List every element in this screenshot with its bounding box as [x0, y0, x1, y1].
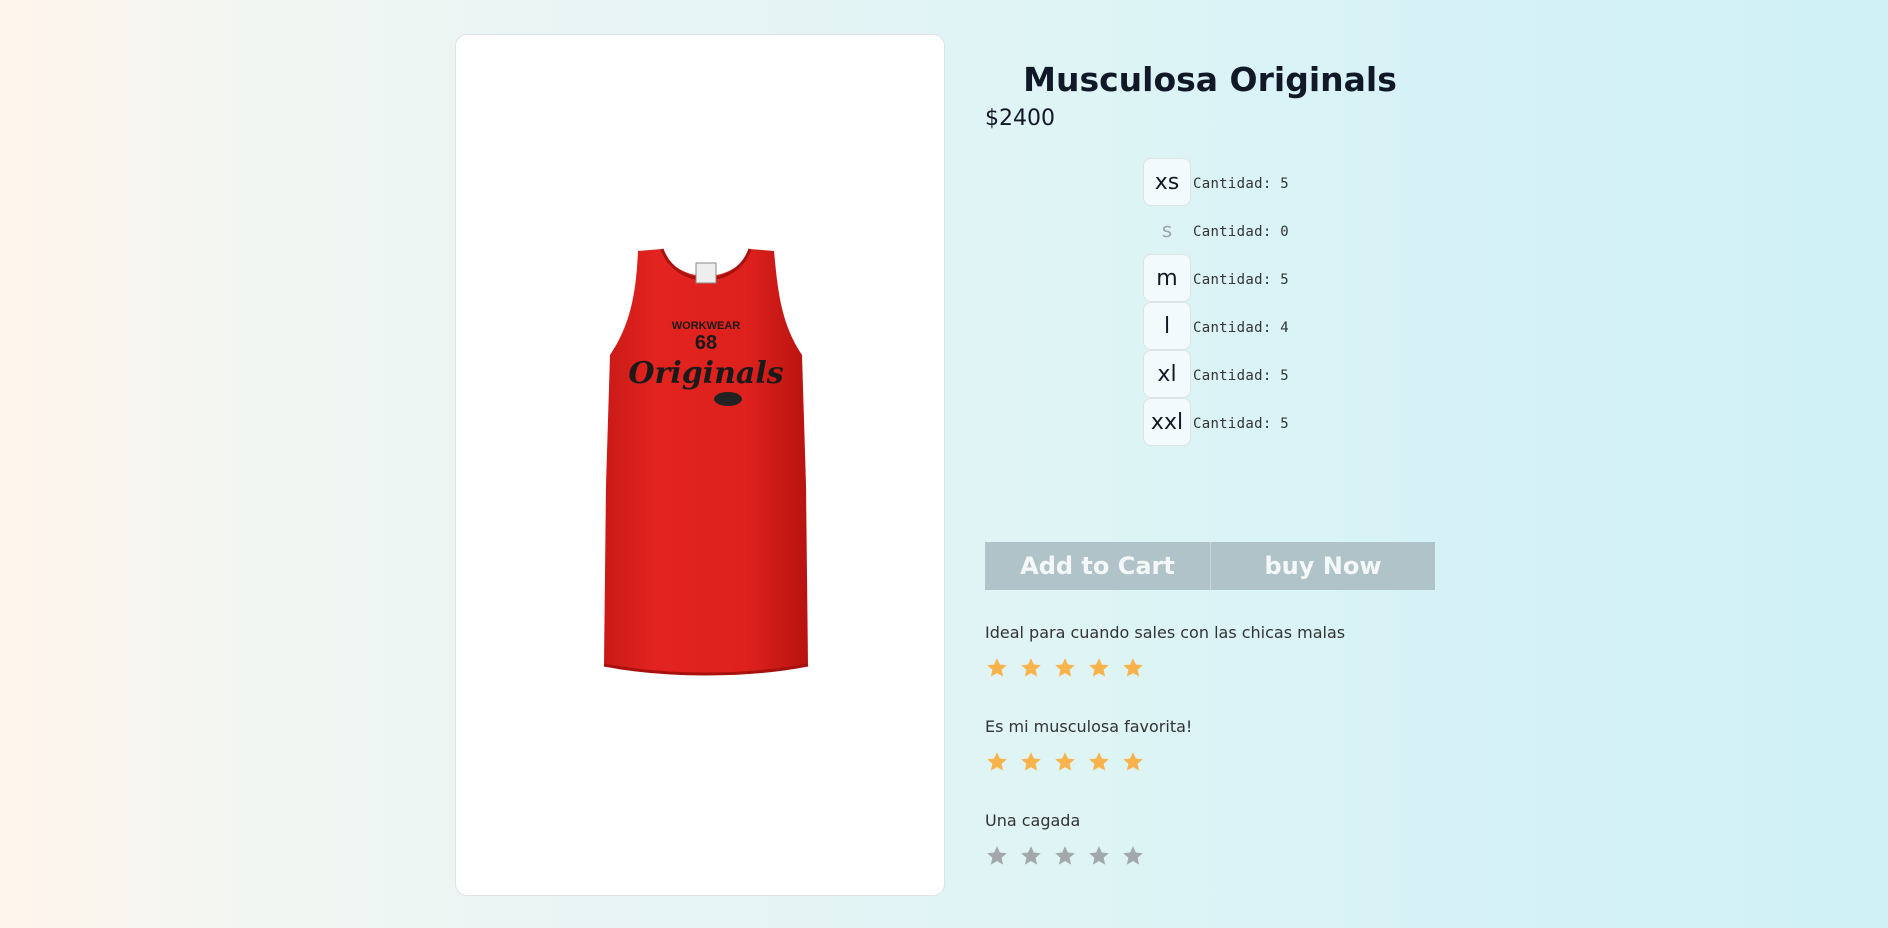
size-button-xl[interactable]: xl — [1143, 350, 1191, 398]
size-button-l[interactable]: l — [1143, 302, 1191, 350]
print-line3: Originals — [628, 356, 783, 391]
star-icon — [1055, 752, 1075, 771]
size-stock: Cantidad: 5 — [1193, 272, 1290, 288]
review-text: Una cagada — [985, 811, 1081, 830]
star-icon — [1089, 846, 1109, 865]
size-button-s: s — [1143, 206, 1191, 254]
star-icon — [1055, 658, 1075, 677]
size-option: m Cantidad: 5 — [1143, 254, 1289, 302]
size-stock: Cantidad: 5 — [1193, 176, 1290, 192]
star-icon — [1123, 846, 1143, 865]
size-option: xxl Cantidad: 5 — [1143, 398, 1289, 446]
star-icon — [1089, 658, 1109, 677]
size-option: xs Cantidad: 5 — [1143, 158, 1289, 206]
star-icon — [1021, 658, 1041, 677]
star-icon — [1123, 752, 1143, 771]
add-to-cart-button[interactable]: Add to Cart — [985, 542, 1210, 590]
print-line1: WORKWEAR — [672, 320, 740, 332]
star-icon — [987, 752, 1007, 771]
size-option: l Cantidad: 4 — [1143, 302, 1289, 350]
reviews-list: Ideal para cuando sales con las chicas m… — [985, 622, 1435, 904]
product-title: Musculosa Originals — [1023, 60, 1397, 99]
product-details: Musculosa Originals $2400 xs Cantidad: 5… — [985, 56, 1435, 865]
review-text: Es mi musculosa favorita! — [985, 717, 1193, 736]
review-rating — [985, 750, 1435, 776]
review-rating — [985, 656, 1435, 682]
size-option: s Cantidad: 0 — [1143, 206, 1289, 254]
size-selector: xs Cantidad: 5 s Cantidad: 0 m Cantidad:… — [1143, 158, 1289, 446]
print-line2: 68 — [695, 332, 717, 354]
buy-now-button[interactable]: buy Now — [1210, 542, 1435, 590]
star-icon — [987, 846, 1007, 865]
review-rating — [985, 844, 1435, 870]
review-item: Es mi musculosa favorita! — [985, 716, 1435, 810]
size-option: xl Cantidad: 5 — [1143, 350, 1289, 398]
star-icon — [1055, 846, 1075, 865]
size-button-xs[interactable]: xs — [1143, 158, 1191, 206]
star-icon — [987, 658, 1007, 677]
review-item: Una cagada — [985, 810, 1435, 904]
size-button-xxl[interactable]: xxl — [1143, 398, 1191, 446]
product-image: WORKWEAR 68 Originals — [603, 248, 809, 676]
product-image-card: WORKWEAR 68 Originals — [455, 34, 945, 896]
review-text: Ideal para cuando sales con las chicas m… — [985, 623, 1346, 642]
star-icon — [1021, 846, 1041, 865]
product-price: $2400 — [985, 106, 1055, 131]
star-icon — [1021, 752, 1041, 771]
review-item: Ideal para cuando sales con las chicas m… — [985, 622, 1435, 716]
star-icon — [1123, 658, 1143, 677]
size-stock: Cantidad: 5 — [1193, 368, 1290, 384]
size-stock: Cantidad: 5 — [1193, 416, 1290, 432]
size-button-m[interactable]: m — [1143, 254, 1191, 302]
star-icon — [1089, 752, 1109, 771]
purchase-actions: Add to Cart buy Now — [985, 542, 1435, 590]
size-stock: Cantidad: 0 — [1193, 224, 1290, 240]
size-stock: Cantidad: 4 — [1193, 320, 1290, 336]
